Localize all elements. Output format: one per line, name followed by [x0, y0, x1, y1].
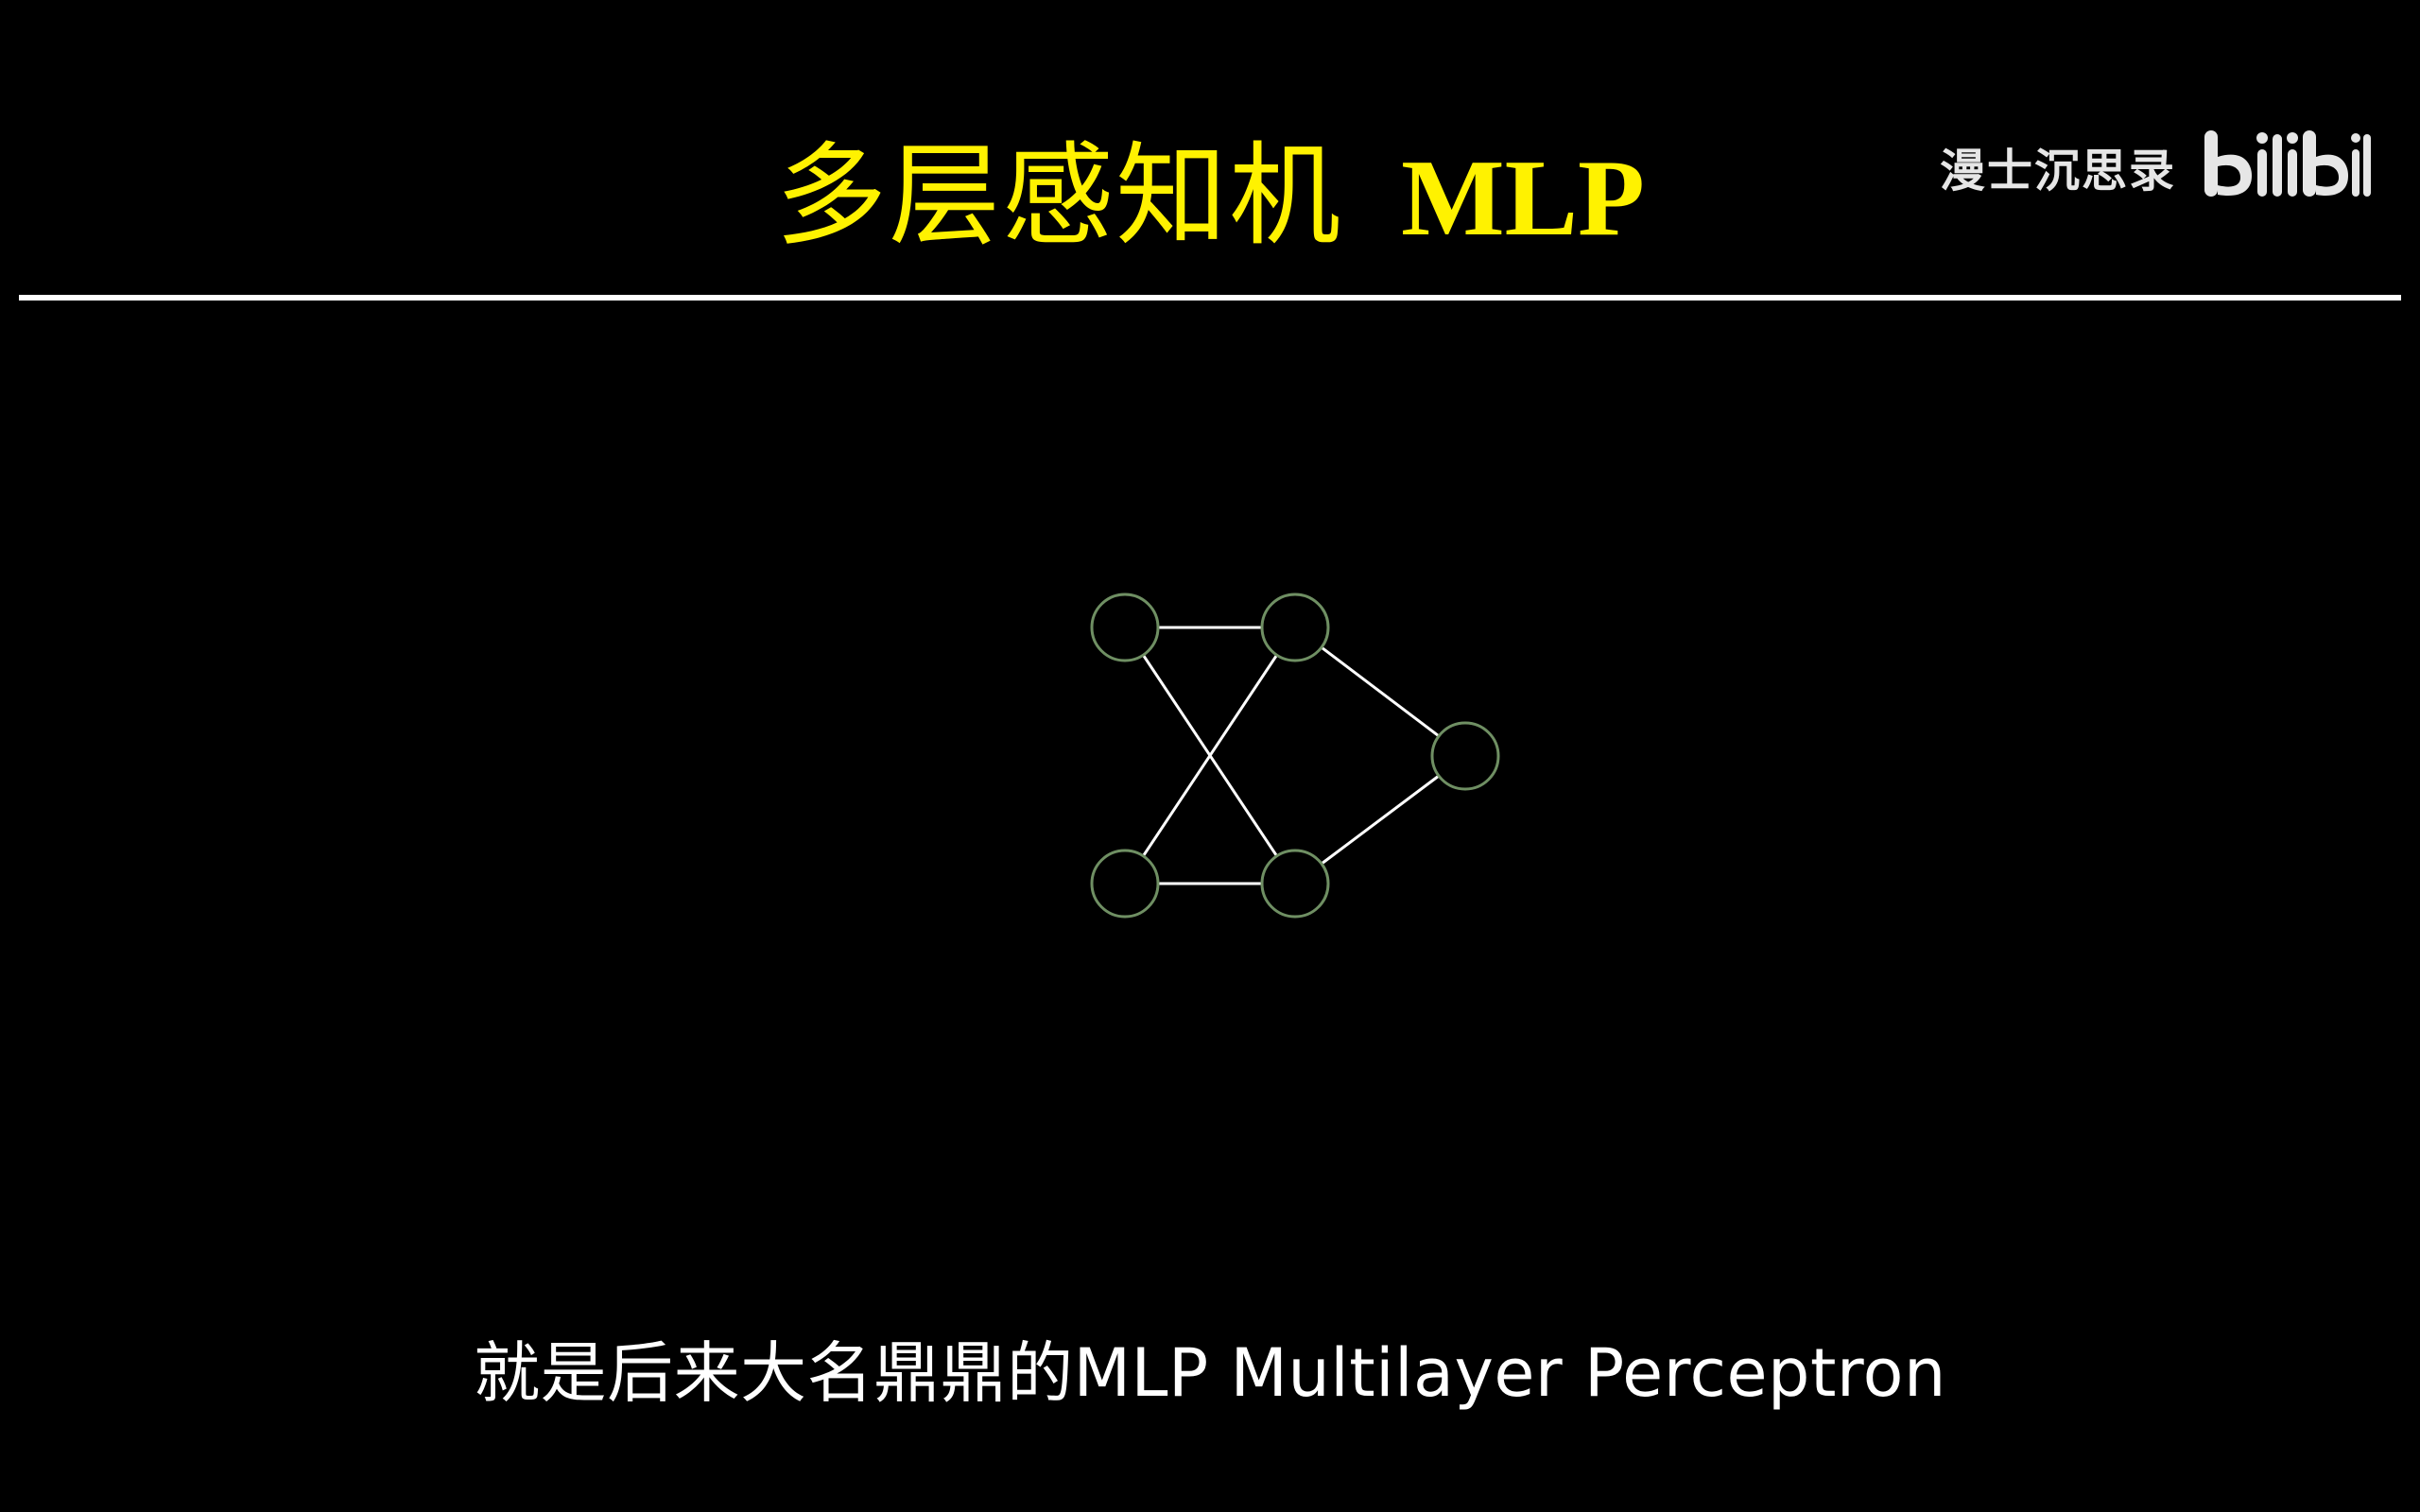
slide-frame: 多层感知机 MLP 漫士沉思录 就是后来大名鼎鼎的MLP Multilayer … [0, 0, 2420, 1512]
node-in-1 [1090, 593, 1160, 662]
node-in-2 [1090, 849, 1160, 919]
node-hidden-2 [1260, 849, 1330, 919]
node-hidden-1 [1260, 593, 1330, 662]
edge-hidden-2-out-1 [1321, 774, 1440, 866]
mlp-network-diagram [1090, 593, 1500, 919]
subtitle-caption: 就是后来大名鼎鼎的MLP Multilayer Perceptron [474, 1334, 1946, 1412]
edge-hidden-1-out-1 [1321, 645, 1440, 738]
node-out-1 [1430, 721, 1500, 791]
